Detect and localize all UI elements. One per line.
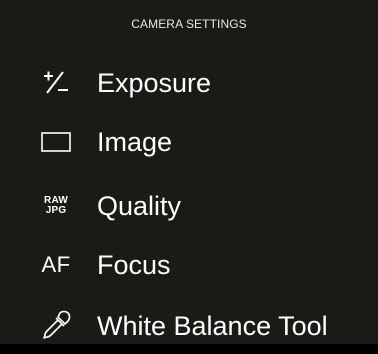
menu-item-image[interactable]: Image	[0, 114, 378, 170]
eyedropper-icon	[36, 298, 76, 354]
jpg-label: JPG	[45, 205, 67, 216]
menu-item-label: White Balance Tool	[97, 311, 328, 341]
camera-settings-panel: CAMERA SETTINGS Exposure Image RAW JPG Q…	[0, 0, 378, 344]
menu-item-focus[interactable]: AF Focus	[0, 237, 378, 293]
raw-jpg-icon: RAW JPG	[36, 178, 76, 234]
menu-item-exposure[interactable]: Exposure	[0, 55, 378, 111]
menu-item-label: Exposure	[97, 68, 212, 98]
menu-item-quality[interactable]: RAW JPG Quality	[0, 178, 378, 234]
image-frame-icon	[36, 114, 76, 170]
exposure-compensation-icon	[36, 55, 76, 111]
menu-item-label: Quality	[97, 191, 182, 221]
menu-item-white-balance-tool[interactable]: White Balance Tool	[0, 298, 378, 354]
menu-item-label: Image	[97, 127, 173, 157]
menu-item-label: Focus	[97, 250, 171, 280]
panel-title: CAMERA SETTINGS	[131, 17, 247, 31]
af-icon: AF	[41, 252, 71, 277]
